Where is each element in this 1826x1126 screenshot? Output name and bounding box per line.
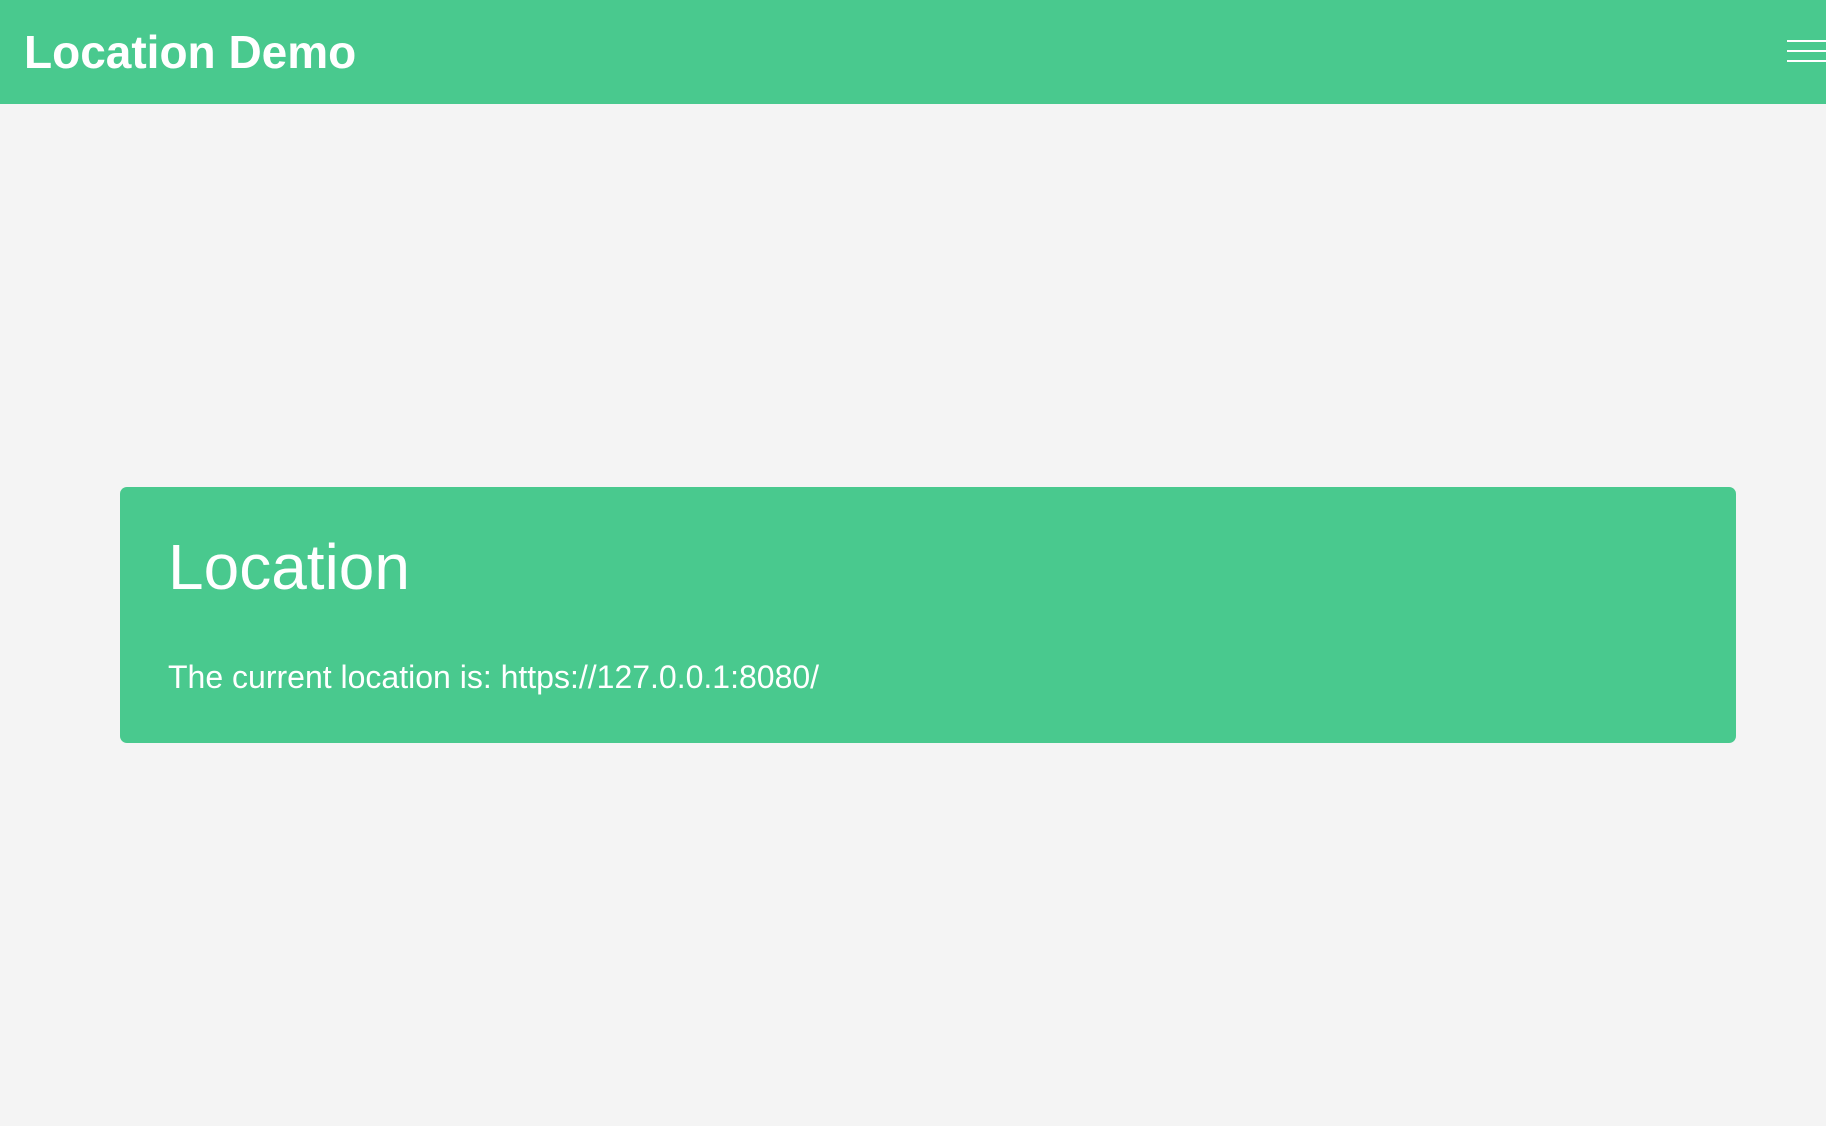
location-card: Location The current location is: https:… [120,487,1736,743]
menu-line-bottom [1787,60,1826,62]
menu-line-top [1787,40,1826,42]
location-card-title: Location [168,531,410,603]
app-window: Location Demo Location The current locat… [0,0,1826,1126]
app-title: Location Demo [24,26,357,78]
menu-line-middle [1787,50,1826,52]
top-app-bar: Location Demo [0,0,1826,104]
current-location-text: The current location is: https://127.0.0… [168,659,820,695]
menu-button[interactable] [1777,34,1826,68]
hamburger-menu-icon [1787,40,1826,63]
